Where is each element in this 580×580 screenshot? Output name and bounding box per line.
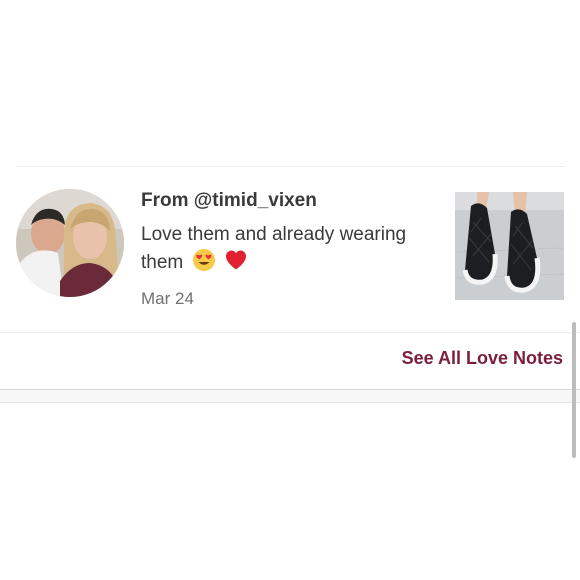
note-message: Love them and already wearing them xyxy=(141,222,441,280)
product-photo xyxy=(455,192,564,300)
note-text-block: From @timid_vixen Love them and already … xyxy=(141,189,441,310)
love-note-card[interactable]: From @timid_vixen Love them and already … xyxy=(0,167,580,332)
product-thumbnail[interactable] xyxy=(455,192,564,300)
scrollbar[interactable] xyxy=(572,322,576,458)
note-message-text: Love them and already wearing them xyxy=(141,224,407,273)
avatar-photo xyxy=(16,189,124,297)
avatar[interactable] xyxy=(16,189,124,297)
red-heart-icon xyxy=(224,248,248,280)
divider xyxy=(0,332,580,333)
page: From @timid_vixen Love them and already … xyxy=(0,0,580,580)
section-separator xyxy=(0,390,580,403)
note-author[interactable]: From @timid_vixen xyxy=(141,189,441,213)
heart-eyes-icon xyxy=(192,248,216,280)
see-all-love-notes-link[interactable]: See All Love Notes xyxy=(402,348,563,369)
note-date: Mar 24 xyxy=(141,289,194,308)
